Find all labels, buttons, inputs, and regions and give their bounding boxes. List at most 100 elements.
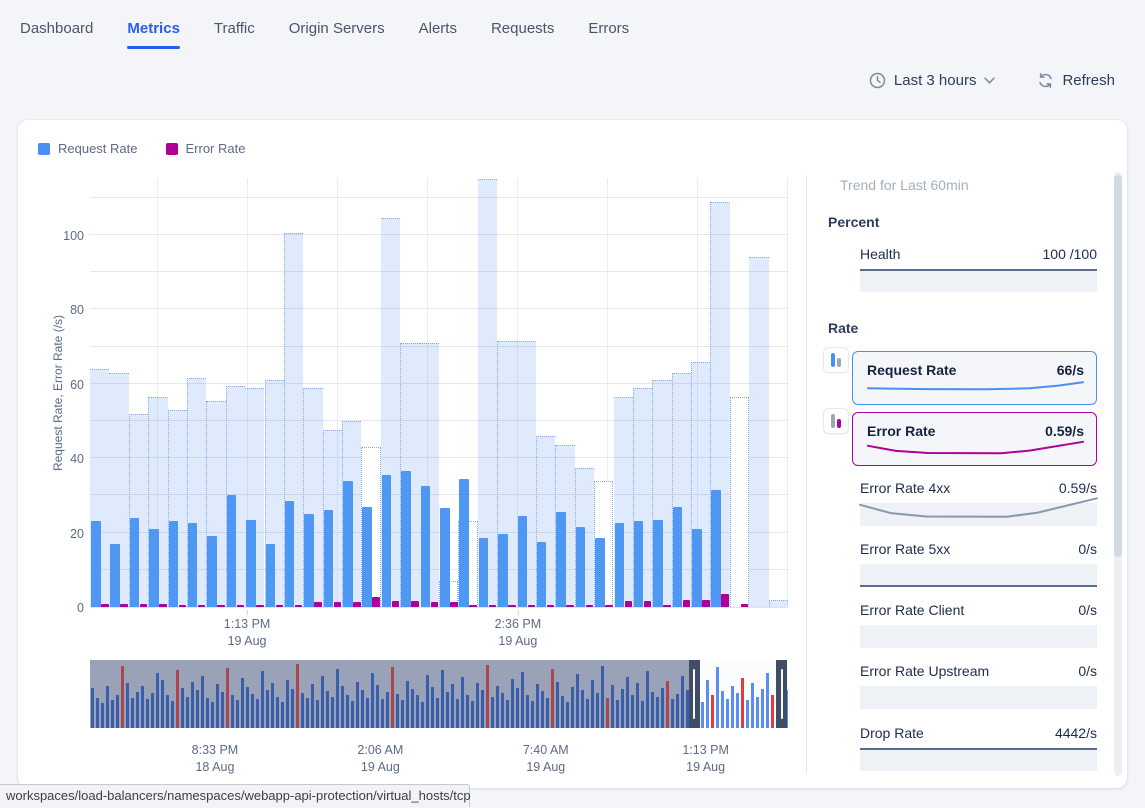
- minimap-bar: [356, 682, 359, 728]
- minimap-bar: [111, 700, 114, 728]
- envelope-step: [769, 600, 788, 607]
- metric-label: Error Rate Client: [860, 602, 964, 618]
- minimap-bar: [386, 692, 389, 728]
- sidebar-scrollbar-thumb[interactable]: [1114, 175, 1122, 557]
- request-rate-bar: [459, 479, 469, 607]
- minimap-bar: [396, 694, 399, 728]
- legend-item-request-rate[interactable]: Request Rate: [38, 141, 138, 156]
- minimap-bar: [366, 698, 369, 728]
- metric-row-drop-rate[interactable]: Drop Rate 4442/s: [860, 725, 1097, 771]
- error-rate-bar: [372, 597, 380, 607]
- minimap-bar: [371, 673, 374, 728]
- minimap-bar: [101, 703, 104, 728]
- minimap-bar: [251, 694, 254, 728]
- minimap-bar: [511, 679, 514, 728]
- metric-label: Drop Rate: [860, 725, 924, 741]
- metric-value: 0.59/s: [1059, 480, 1097, 496]
- minimap-bar: [416, 695, 419, 728]
- minimap-bar: [681, 676, 684, 728]
- mini-bar-chart-icon: [824, 348, 848, 372]
- minimap-bar: [706, 680, 709, 728]
- error-rate-bar: [140, 604, 148, 607]
- minimap-bar: [526, 695, 529, 728]
- minimap-bar: [541, 691, 544, 728]
- request-rate-bar: [149, 529, 159, 607]
- request-rate-bar: [324, 510, 334, 607]
- minimap-bar: [401, 700, 404, 728]
- error-rate-bar: [644, 601, 652, 607]
- minimap-bar: [126, 683, 129, 728]
- y-tick-label: 80: [44, 303, 84, 317]
- legend-item-error-rate[interactable]: Error Rate: [166, 141, 246, 156]
- minimap-bar: [196, 690, 199, 728]
- minimap-bar: [491, 697, 494, 728]
- minimap-bar: [481, 690, 484, 728]
- minimap-bar: [646, 671, 649, 728]
- minimap-bar: [516, 688, 519, 728]
- request-rate-bar: [227, 495, 237, 607]
- legend-swatch: [38, 143, 50, 155]
- sidebar-scrollbar[interactable]: [1114, 172, 1122, 776]
- metric-card-request-rate[interactable]: Request Rate66/s: [852, 351, 1097, 405]
- minimap-bar: [151, 693, 154, 728]
- nav-tab-dashboard[interactable]: Dashboard: [20, 20, 93, 49]
- metric-card-error-rate[interactable]: Error Rate0.59/s: [852, 412, 1097, 466]
- time-range-selector[interactable]: Last 3 hours: [869, 72, 996, 89]
- metric-label: Health: [860, 246, 900, 262]
- minimap-bar: [191, 682, 194, 728]
- metric-row-error-rate-client[interactable]: Error Rate Client0/s: [860, 602, 1097, 648]
- x-axis-tick: 2:36 PM19 Aug: [495, 616, 542, 650]
- request-rate-bar: [169, 521, 179, 607]
- request-rate-bar: [576, 527, 586, 607]
- minimap-bar: [246, 687, 249, 728]
- brush-handle-left[interactable]: [689, 660, 700, 728]
- sidebar-divider: [806, 175, 807, 774]
- nav-tab-metrics[interactable]: Metrics: [127, 20, 180, 49]
- minimap-bar: [701, 702, 704, 728]
- minimap-bar: [291, 689, 294, 728]
- error-rate-bar: [431, 602, 439, 607]
- minimap-bar: [741, 678, 744, 728]
- time-brush-minimap[interactable]: [90, 660, 788, 728]
- h-gridline: [90, 234, 788, 235]
- minimap-bar: [576, 674, 579, 728]
- request-rate-bar: [130, 518, 140, 607]
- metric-row-error-rate-5xx[interactable]: Error Rate 5xx0/s: [860, 541, 1097, 587]
- minimap-bar: [411, 689, 414, 728]
- metric-value: 4442/s: [1055, 725, 1097, 741]
- minimap-bar: [596, 693, 599, 728]
- metric-label: Error Rate 4xx: [860, 480, 950, 496]
- minimap-bar: [121, 666, 124, 728]
- nav-tab-errors[interactable]: Errors: [588, 20, 629, 49]
- minimap-bar: [211, 702, 214, 728]
- minimap-bar: [466, 695, 469, 728]
- metric-row-health[interactable]: Health100 /100: [860, 246, 1097, 292]
- nav-tab-alerts[interactable]: Alerts: [419, 20, 457, 49]
- minimap-bar: [756, 697, 759, 728]
- request-rate-bar: [634, 521, 644, 607]
- minimap-bar: [731, 686, 734, 728]
- minimap-bar: [616, 700, 619, 728]
- brush-handle-right[interactable]: [776, 660, 787, 728]
- minimap-tick: 8:33 PM18 Aug: [192, 742, 239, 776]
- envelope-step: [730, 397, 749, 607]
- nav-tab-requests[interactable]: Requests: [491, 20, 554, 49]
- minimap-bar: [131, 698, 134, 728]
- error-rate-bar: [101, 604, 109, 607]
- nav-tab-origin-servers[interactable]: Origin Servers: [289, 20, 385, 49]
- sidebar-section-rate: Rate: [828, 320, 858, 336]
- top-navigation: Dashboard Metrics Traffic Origin Servers Ale…: [20, 20, 629, 49]
- minimap-bar: [166, 695, 169, 728]
- metric-row-error-rate-upstream[interactable]: Error Rate Upstream0/s: [860, 663, 1097, 709]
- minimap-bar: [426, 675, 429, 728]
- request-rate-bar: [188, 523, 198, 607]
- metric-label: Error Rate Upstream: [860, 663, 989, 679]
- metric-row-error-rate-4xx[interactable]: Error Rate 4xx 0.59/s: [860, 480, 1097, 526]
- trend-sparkline: [868, 441, 1083, 457]
- minimap-bar: [301, 693, 304, 728]
- nav-tab-traffic[interactable]: Traffic: [214, 20, 255, 49]
- request-rate-bar: [246, 520, 256, 607]
- refresh-button[interactable]: Refresh: [1037, 72, 1115, 89]
- request-rate-bar: [421, 486, 431, 607]
- minimap-bar: [471, 701, 474, 728]
